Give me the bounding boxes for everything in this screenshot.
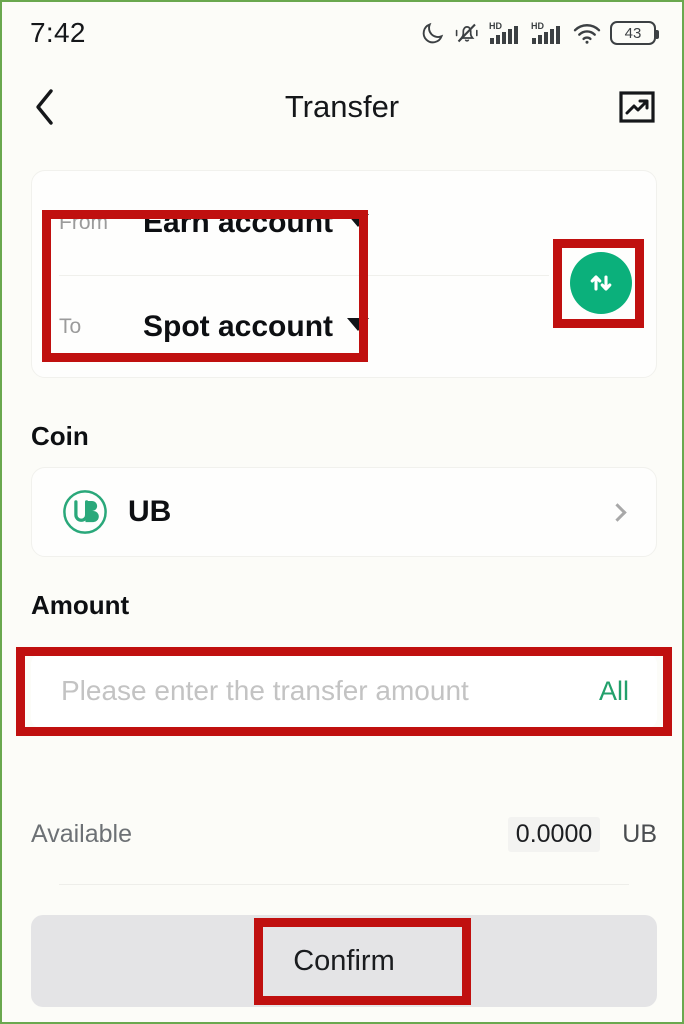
battery-percent-label: 43 xyxy=(624,24,642,42)
confirm-button[interactable]: Confirm xyxy=(31,915,657,1007)
hd-signal-icon: HD xyxy=(489,21,518,44)
chevron-right-icon xyxy=(608,502,627,522)
coin-symbol-label: UB xyxy=(128,495,172,528)
back-button[interactable] xyxy=(18,80,72,134)
chevron-left-icon xyxy=(36,89,53,125)
caret-down-icon xyxy=(347,317,370,331)
amount-input[interactable] xyxy=(61,675,585,707)
svg-text:HD: HD xyxy=(489,21,502,31)
moon-icon xyxy=(422,22,444,44)
available-value: 0.0000 xyxy=(507,816,601,852)
page-title: Transfer xyxy=(284,89,400,124)
from-account-selector[interactable]: From Earn account xyxy=(32,171,502,275)
swap-vertical-arrows-icon xyxy=(590,275,612,291)
ub-token-icon xyxy=(63,490,107,534)
from-label: From xyxy=(59,211,108,234)
to-label: To xyxy=(59,315,82,338)
caret-down-icon xyxy=(347,213,370,227)
to-account-selector[interactable]: To Spot account xyxy=(32,275,502,379)
transfer-history-button[interactable] xyxy=(614,84,660,130)
hd-signal-icon: HD xyxy=(531,21,560,44)
to-account-value: Spot account xyxy=(143,310,334,343)
status-bar-clock: 7:42 xyxy=(30,17,86,48)
available-unit-label: UB xyxy=(622,819,657,848)
battery-icon: 43 xyxy=(610,21,659,45)
swap-accounts-button[interactable] xyxy=(570,252,632,314)
coin-section-heading: Coin xyxy=(31,421,89,451)
svg-text:HD: HD xyxy=(531,21,544,31)
coin-selector[interactable]: UB xyxy=(31,467,657,557)
chart-trending-up-icon xyxy=(619,91,655,123)
all-amount-button[interactable]: All xyxy=(599,676,629,707)
account-selection-card: From Earn account To Spot account xyxy=(31,170,657,378)
bell-muted-icon xyxy=(455,23,478,43)
from-account-value: Earn account xyxy=(143,206,334,239)
status-bar: 7:42 HD HD 43 xyxy=(2,2,682,64)
phone-screen: 7:42 HD HD 43 Transfer From Earn account… xyxy=(0,0,684,1024)
available-underline xyxy=(59,884,629,885)
wifi-icon xyxy=(573,24,601,44)
navigation-bar: Transfer xyxy=(2,64,682,150)
status-bar-icons: HD HD 43 xyxy=(421,20,659,46)
amount-input-container[interactable]: All xyxy=(31,654,657,728)
amount-section-heading: Amount xyxy=(31,590,130,620)
available-balance-row: Available 0.0000 UB xyxy=(31,812,657,856)
available-label: Available xyxy=(31,819,133,848)
